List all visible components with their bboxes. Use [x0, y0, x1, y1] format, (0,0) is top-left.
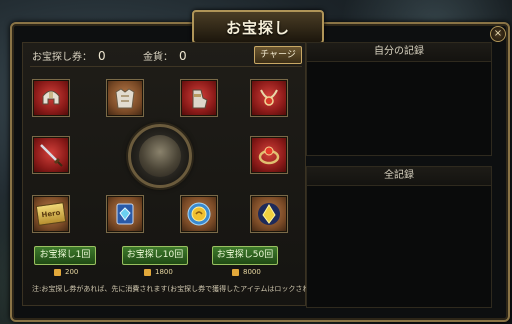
gem-card-icon [111, 200, 139, 228]
slot-hero-card: Hero [32, 195, 70, 233]
slot-gold-orb [180, 195, 218, 233]
note-text: 注:お宝探し券があれば、先に消費されます(お宝探し券で獲得したアイテムはロックさ… [32, 285, 327, 293]
draw-1-cost-value: 200 [65, 268, 79, 276]
draw-1-cost: 200 [54, 268, 78, 276]
gold-label: 金貨： [143, 52, 173, 63]
close-button[interactable]: × [490, 26, 506, 42]
slot-armor [106, 79, 144, 117]
slot-gem-card [106, 195, 144, 233]
necklace-icon [255, 84, 283, 112]
gold-stat: 金貨： 0 [143, 48, 187, 63]
ticket-stat: お宝探し券： 0 [32, 48, 106, 63]
armor-icon [111, 84, 139, 112]
slot-sword [32, 136, 70, 174]
dialog-title: お宝探し [225, 18, 290, 37]
treasure-medallion [128, 124, 192, 188]
coin-icon [232, 268, 239, 276]
charge-button[interactable]: チャージ [254, 46, 302, 64]
slot-ring [250, 136, 288, 174]
gauntlet-icon [185, 84, 213, 112]
all-records-title: 全記録 [307, 167, 491, 186]
close-icon: × [493, 28, 503, 39]
draw-10-cost-value: 1800 [155, 268, 173, 276]
draw-10-button[interactable]: お宝探し10回 [122, 246, 188, 265]
own-records-title: 自分の記録 [307, 43, 491, 62]
demon-face-icon [139, 135, 181, 177]
helmet-icon [37, 84, 65, 112]
hero-card-text: Hero [35, 202, 67, 226]
draw-50-cost-value: 8000 [243, 268, 261, 276]
own-records-panel: 自分の記録 [306, 42, 492, 156]
title-plate: お宝探し [192, 10, 324, 44]
coin-icon [54, 268, 61, 276]
coin-icon [144, 268, 151, 276]
slot-helmet [32, 79, 70, 117]
all-records-panel: 全記録 [306, 166, 492, 308]
ring-icon [255, 141, 283, 169]
hero-card-icon: Hero [35, 200, 67, 228]
draw-10-cost: 1800 [144, 268, 173, 276]
gold-value: 0 [179, 49, 187, 63]
draw-1-button[interactable]: お宝探し1回 [34, 246, 96, 265]
sword-icon [37, 141, 65, 169]
slot-crystal [250, 195, 288, 233]
ticket-label: お宝探し券： [32, 52, 92, 63]
crystal-icon [255, 200, 283, 228]
gold-orb-icon [185, 200, 213, 228]
ticket-value: 0 [98, 49, 106, 63]
slot-necklace [250, 79, 288, 117]
draw-50-button[interactable]: お宝探し50回 [212, 246, 278, 265]
slot-gauntlet [180, 79, 218, 117]
draw-50-cost: 8000 [232, 268, 261, 276]
divider [30, 66, 302, 67]
